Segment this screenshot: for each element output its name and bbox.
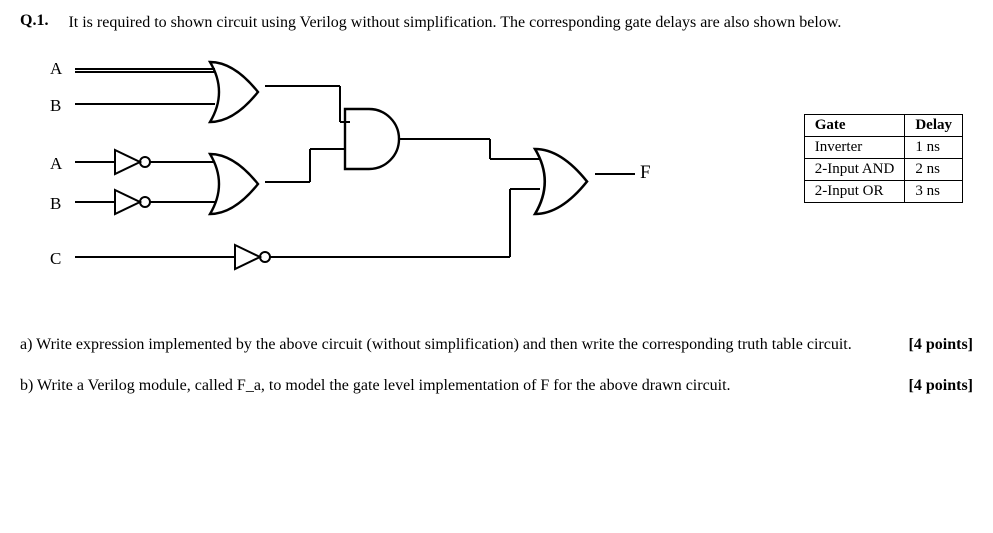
table-row: 2-Input OR 3 ns <box>804 181 962 203</box>
inverter-icon <box>115 190 150 214</box>
table-cell-gate: 2-Input OR <box>804 181 905 203</box>
and-gate-icon <box>345 109 399 169</box>
table-header-row: Gate Delay <box>804 115 962 137</box>
table-cell-gate: Inverter <box>804 137 905 159</box>
or-gate-icon <box>210 62 258 122</box>
part-a: a) Write expression implemented by the a… <box>20 334 973 356</box>
part-a-points: [4 points] <box>909 334 973 356</box>
or-gate-icon <box>535 149 587 214</box>
table-cell-delay: 3 ns <box>905 181 963 203</box>
circuit-svg <box>20 54 680 284</box>
part-b-text: b) Write a Verilog module, called F_a, t… <box>20 377 731 394</box>
inverter-icon <box>235 245 270 269</box>
gate-delay-table: Gate Delay Inverter 1 ns 2-Input AND 2 n… <box>804 114 963 203</box>
question-number: Q.1. <box>20 12 48 30</box>
inverter-icon <box>115 150 150 174</box>
table-row: Inverter 1 ns <box>804 137 962 159</box>
question-header: Q.1. It is required to shown circuit usi… <box>20 12 973 34</box>
table-header-delay: Delay <box>905 115 963 137</box>
part-b: b) Write a Verilog module, called F_a, t… <box>20 375 973 397</box>
table-cell-gate: 2-Input AND <box>804 159 905 181</box>
table-cell-delay: 1 ns <box>905 137 963 159</box>
table-row: 2-Input AND 2 ns <box>804 159 962 181</box>
part-b-points: [4 points] <box>909 375 973 397</box>
table-cell-delay: 2 ns <box>905 159 963 181</box>
circuit-diagram: A B A B C F <box>20 54 973 304</box>
question-prompt: It is required to shown circuit using Ve… <box>68 12 973 34</box>
table-header-gate: Gate <box>804 115 905 137</box>
or-gate-icon <box>210 154 258 214</box>
part-a-text: a) Write expression implemented by the a… <box>20 336 852 353</box>
